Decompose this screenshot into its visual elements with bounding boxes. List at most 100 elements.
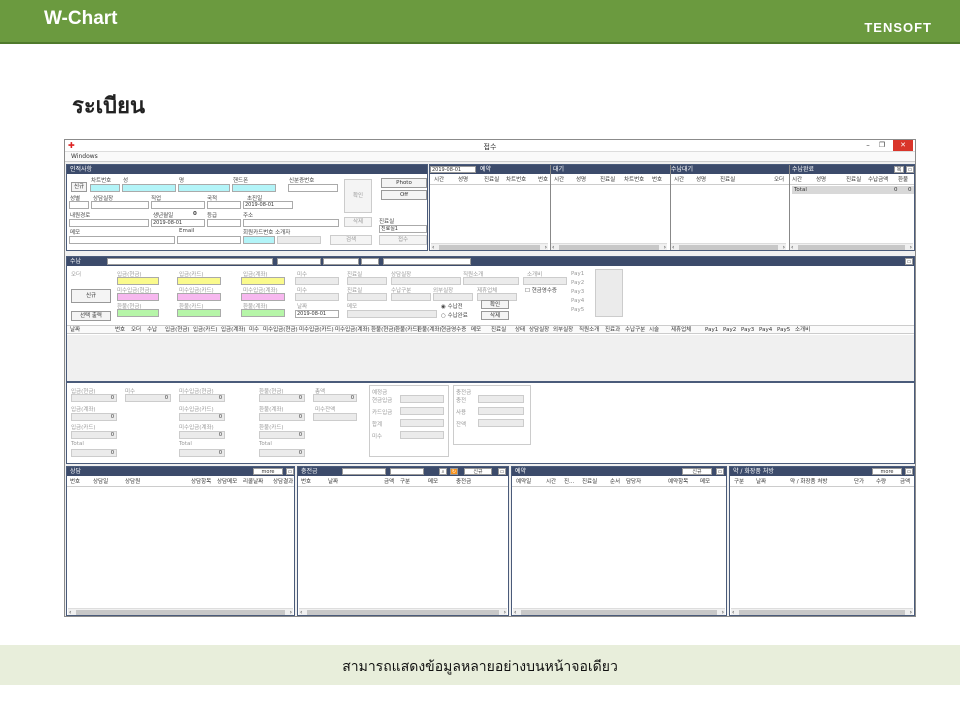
pay-type-select[interactable] (391, 293, 431, 301)
receipt-checkbox-label[interactable]: ☐ 현금영수증 (525, 286, 557, 294)
id-no-input[interactable] (288, 184, 338, 192)
section-title: ระเบียน (72, 93, 146, 119)
product-input[interactable] (523, 277, 567, 285)
payment-new-button[interactable]: 신규 (71, 289, 111, 303)
pay-inputs-block[interactable] (595, 269, 623, 317)
deposit-filter-2[interactable] (390, 468, 424, 475)
payment-done-window-icon[interactable]: ▭ (906, 166, 914, 173)
patient-search-button[interactable]: 검색 (330, 235, 372, 245)
pay-date-input[interactable]: 2019-08-01 (295, 310, 339, 318)
payment-window-icon[interactable]: ▭ (905, 258, 913, 265)
off-button[interactable]: Off (381, 190, 427, 200)
reservation-panel-scrollbar[interactable]: ‹ › (513, 608, 725, 615)
payment-filter-2[interactable] (277, 258, 321, 265)
prescription-window-icon[interactable]: ▭ (905, 468, 913, 475)
unpaid-card-input[interactable] (177, 293, 221, 301)
nation-select[interactable] (207, 201, 241, 209)
in-cash-input[interactable] (117, 277, 159, 285)
consult-col-staff: 상담원 (125, 479, 141, 485)
unpaid-input-2[interactable] (295, 293, 339, 301)
unpaid-transfer-input[interactable] (241, 293, 285, 301)
list-divider (789, 165, 790, 250)
menu-windows[interactable]: Windows (71, 153, 98, 160)
payment-filter-4[interactable] (361, 258, 379, 265)
address-input[interactable] (243, 219, 339, 227)
pay-counsel-select[interactable] (391, 277, 461, 285)
route-select[interactable] (69, 219, 149, 227)
payment-filter-5[interactable] (383, 258, 471, 265)
wait-col-no: 번호 (652, 177, 663, 183)
pay-complete-radio[interactable]: ○ 수납완료 (441, 311, 468, 319)
unpaid-cash-input[interactable] (117, 293, 159, 301)
prescription-scrollbar[interactable]: ‹ › (731, 608, 913, 615)
deposit-search-icon[interactable]: ⌕ (439, 468, 447, 475)
rsv-col-date: 예약일 (516, 479, 532, 485)
total-refund: 0 (908, 187, 912, 193)
receive-button[interactable]: 접수 (379, 235, 427, 245)
prescription-more-button[interactable]: more (872, 468, 902, 475)
photo-confirm-button[interactable]: 확인 (344, 179, 372, 213)
email-input[interactable] (177, 236, 241, 244)
payment-wait-scrollbar[interactable]: ‹ › (671, 243, 786, 250)
referral-select[interactable] (463, 277, 519, 285)
job-select[interactable] (151, 201, 205, 209)
referrer-input[interactable] (277, 236, 321, 244)
outside-select[interactable] (433, 293, 473, 301)
deposit-filter-1[interactable] (342, 468, 386, 475)
birth-date[interactable]: 2019-08-01 (151, 219, 205, 227)
first-visit-date[interactable]: 2019-08-01 (243, 201, 293, 209)
in-card-input[interactable] (177, 277, 221, 285)
consult-window-icon[interactable]: ▭ (286, 468, 294, 475)
status-lists-panel: 2019-08-01 예약 대기 수납대기 수납완료 복 ▭ 시간 성명 진료실… (429, 164, 915, 251)
payment-done-scrollbar[interactable]: ‹ › (790, 243, 913, 250)
consult-more-button[interactable]: more (253, 468, 283, 475)
counsel-select[interactable] (91, 201, 149, 209)
consult-scrollbar[interactable]: ‹ › (68, 608, 293, 615)
payment-confirm-button[interactable]: 확인 (481, 300, 509, 309)
deposit-scrollbar[interactable]: ‹ › (299, 608, 507, 615)
pay-room-select[interactable] (347, 277, 387, 285)
print-selected-button[interactable]: 선택 출력 (71, 311, 111, 321)
unpaid-input[interactable] (295, 277, 339, 285)
pay-before-radio[interactable]: ◉ 수납전 (441, 302, 463, 310)
payment-delete-button[interactable]: 삭제 (481, 311, 509, 320)
refund-cash-input[interactable] (117, 309, 159, 317)
refund-card-input[interactable] (177, 309, 221, 317)
payment-grid-col: Pay3 (741, 327, 755, 333)
close-icon[interactable]: ✕ (893, 140, 913, 151)
member-card-label: 회원카드번호 소개자 (243, 230, 291, 236)
chart-no-input[interactable] (90, 184, 120, 192)
payment-filter-1[interactable] (107, 258, 273, 265)
deposit-window-icon[interactable]: ▭ (498, 468, 506, 475)
reservation-scrollbar[interactable]: ‹ › (431, 243, 548, 250)
deposit-new-button[interactable]: 신규 (464, 468, 492, 475)
room-select[interactable]: 진료실1 (379, 225, 427, 233)
first-name-input[interactable] (178, 184, 230, 192)
waiting-scrollbar[interactable]: ‹ › (551, 243, 667, 250)
presc-col-item: 약 / 화장품 처방 (790, 479, 828, 485)
deposit-refresh-icon[interactable]: ↻ (450, 468, 458, 475)
patient-new-button[interactable]: 신규 (71, 182, 87, 192)
memo-input[interactable] (69, 236, 175, 244)
wait-col-chart: 차트번호 (624, 177, 645, 183)
reservation-new-button[interactable]: 신규 (682, 468, 712, 475)
phone-input[interactable] (232, 184, 276, 192)
minimize-icon[interactable]: – (861, 140, 875, 151)
list-date-select[interactable]: 2019-08-01 (430, 166, 476, 173)
in-transfer-input[interactable] (241, 277, 285, 285)
pay-room-select-2[interactable] (347, 293, 387, 301)
refund-transfer-input[interactable] (241, 309, 285, 317)
last-name-input[interactable] (122, 184, 176, 192)
payment-title: 수납 (70, 258, 82, 265)
charge-label: 충전 (456, 398, 467, 404)
pay-memo-input[interactable] (347, 310, 437, 318)
payment-filter-3[interactable] (323, 258, 359, 265)
patient-delete-button[interactable]: 삭제 (344, 217, 372, 227)
reservation-window-icon[interactable]: ▭ (716, 468, 724, 475)
payment-done-copy-button[interactable]: 복 (894, 166, 904, 173)
photo-button[interactable]: Photo (381, 178, 427, 188)
grade-select[interactable] (207, 219, 241, 227)
gender-select[interactable] (69, 201, 89, 209)
member-card-input[interactable] (243, 236, 275, 244)
restore-icon[interactable]: ❐ (875, 140, 889, 151)
